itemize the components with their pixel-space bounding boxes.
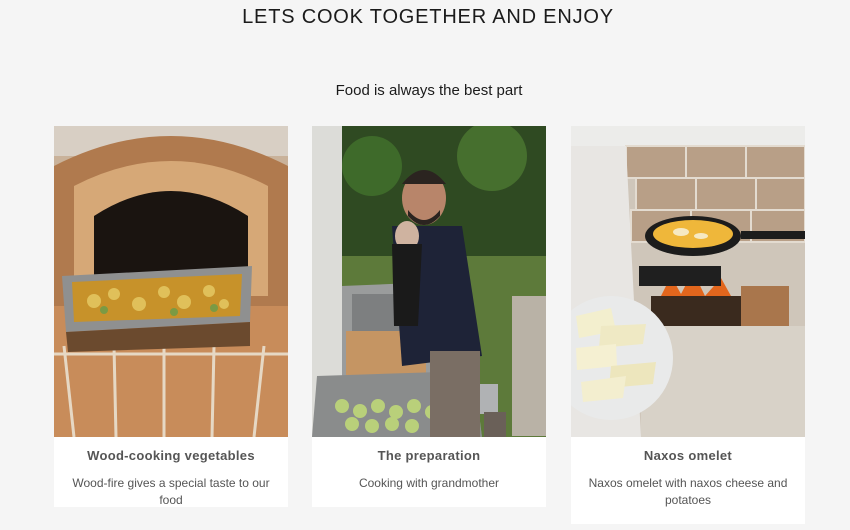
page-title: LETS COOK TOGETHER AND ENJOY — [242, 6, 614, 28]
kitchen-preparation-photo[interactable] — [312, 126, 546, 437]
page-subtitle: Food is always the best part — [335, 82, 523, 99]
gallery-card-wood-cooking[interactable]: Wood-cooking vegetables Wood-fire gives … — [54, 126, 288, 507]
gallery-card-preparation[interactable]: The preparation Cooking with grandmother — [312, 126, 546, 507]
card-title: Naxos omelet — [643, 448, 733, 463]
card-description: Wood-fire gives a special taste to our f… — [72, 476, 270, 507]
wood-oven-vegetables-photo[interactable] — [54, 126, 288, 437]
gallery-card-omelet[interactable]: Naxos omelet Naxos omelet with naxos che… — [571, 126, 805, 524]
card-description: Cooking with grandmother — [358, 476, 500, 490]
card-description: Naxos omelet with naxos cheese and potat… — [588, 476, 788, 507]
card-title: The preparation — [377, 448, 481, 463]
outdoor-omelet-photo[interactable] — [571, 126, 805, 437]
card-title: Wood-cooking vegetables — [87, 448, 255, 463]
